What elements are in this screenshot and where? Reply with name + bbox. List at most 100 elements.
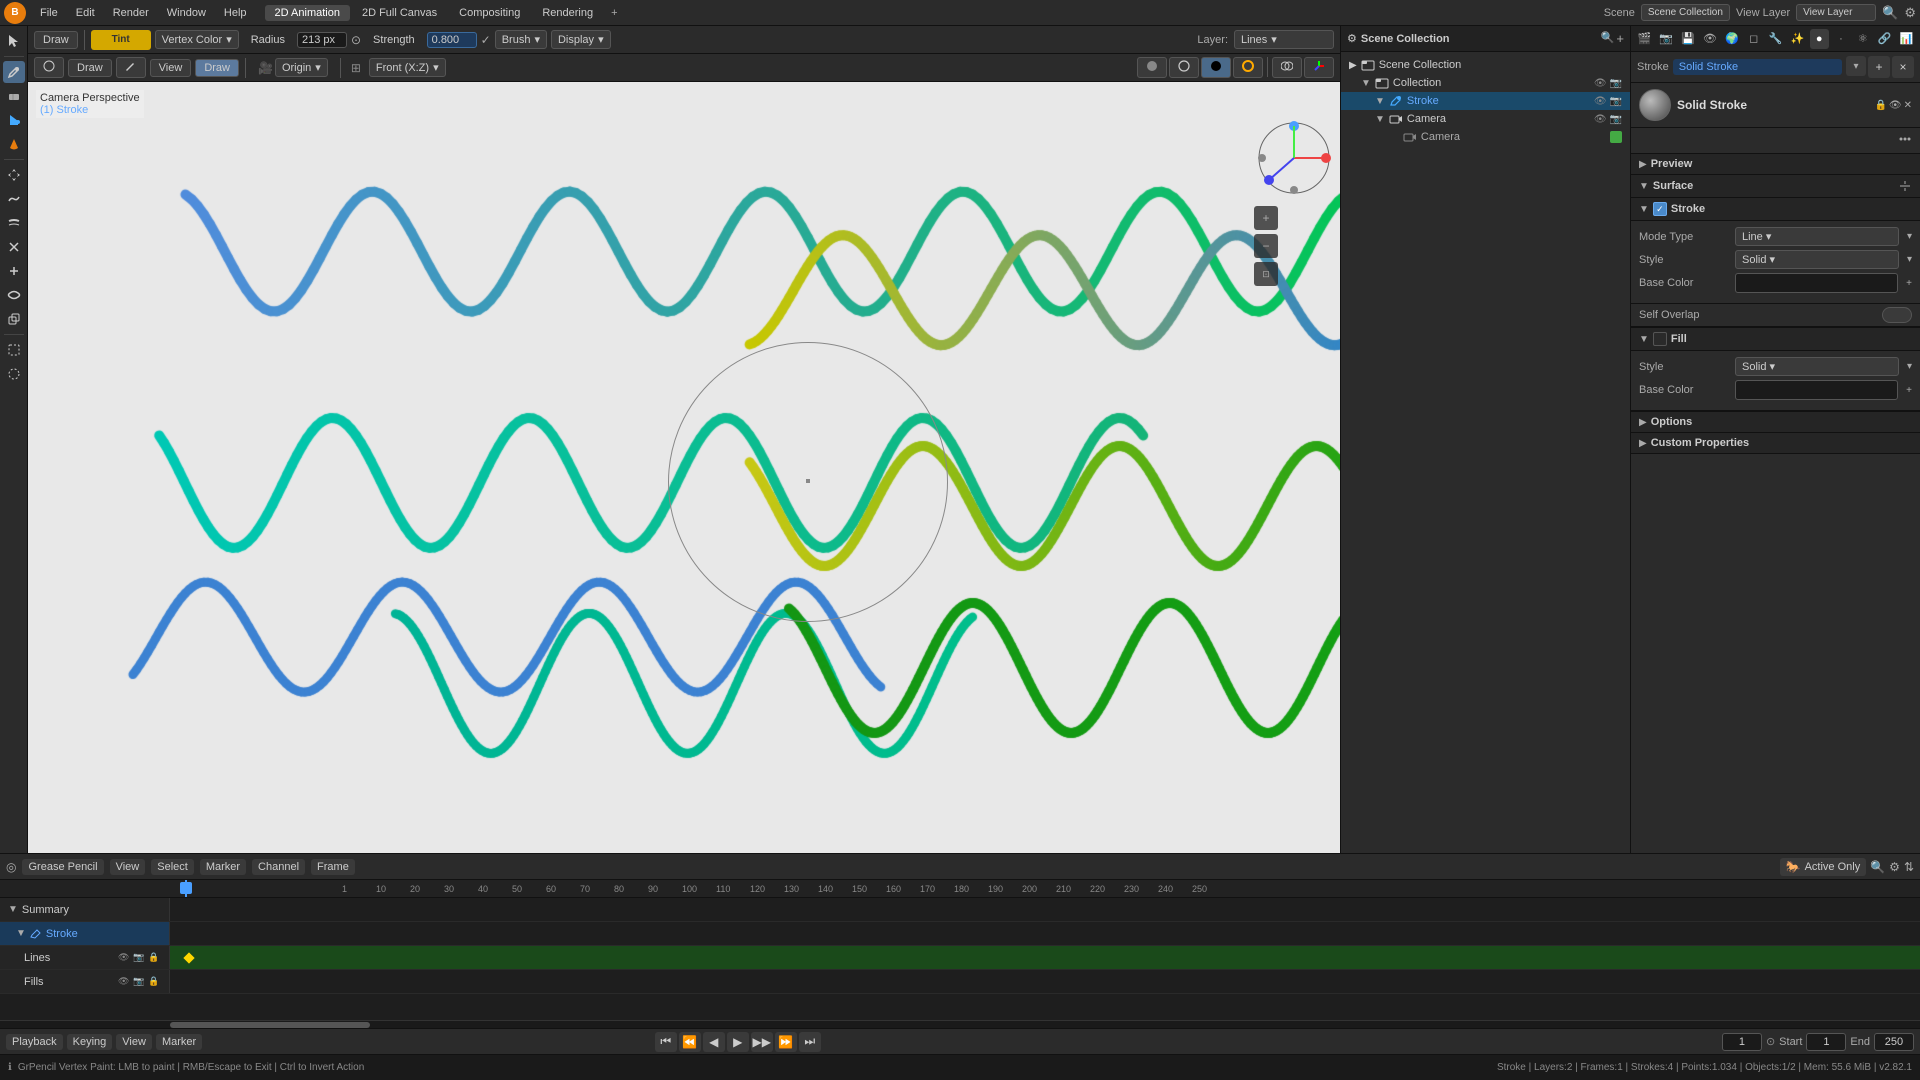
jump-start-btn[interactable]: ⏮ — [655, 1032, 677, 1052]
draw-mode-btn[interactable] — [34, 57, 64, 78]
tab-compositing[interactable]: Compositing — [449, 5, 530, 21]
menu-help[interactable]: Help — [216, 5, 255, 21]
color-extra[interactable]: + — [1906, 278, 1912, 289]
filter-icon[interactable]: ⚙ — [1904, 5, 1916, 21]
radius-adjust-icon[interactable]: ⊙ — [351, 33, 361, 47]
tl-view-btn[interactable]: View — [110, 859, 146, 875]
current-frame-input[interactable]: 1 — [1722, 1033, 1762, 1051]
summary-track-label[interactable]: ▼ Summary — [0, 898, 170, 921]
cam-eye[interactable]: 👁 — [1594, 114, 1607, 125]
style-extra[interactable]: ▾ — [1907, 254, 1912, 265]
mode-type-extra[interactable]: ▾ — [1907, 231, 1912, 242]
vertex-color-dropdown[interactable]: Vertex Color▾ — [155, 30, 239, 49]
lines-eye-icon[interactable]: 👁 — [118, 952, 131, 963]
start-frame-input[interactable]: 1 — [1806, 1033, 1846, 1051]
lines-track-label[interactable]: Lines 👁 📷 🔒 — [0, 946, 170, 969]
cam-render[interactable]: 📷 — [1610, 114, 1622, 125]
search-icon[interactable]: 🔍 — [1882, 5, 1898, 21]
menu-file[interactable]: File — [32, 5, 66, 21]
add-tab-button[interactable]: + — [605, 5, 623, 21]
drawing-canvas[interactable] — [28, 82, 1340, 853]
zoom-fit-btn[interactable]: ⊡ — [1254, 262, 1278, 286]
lines-lock-icon[interactable]: 🔒 — [148, 952, 161, 963]
viewport-shading-material[interactable] — [1201, 57, 1231, 78]
mat-eye-icon[interactable]: 👁 — [1889, 100, 1902, 111]
tool-draw[interactable] — [3, 61, 25, 83]
scene-dropdown[interactable]: Scene Collection — [1641, 4, 1730, 21]
viewport-shading-wire[interactable] — [1169, 57, 1199, 78]
stroke-enabled-checkbox[interactable]: ✓ — [1653, 202, 1667, 216]
tl-grease-pencil-btn[interactable]: Grease Pencil — [22, 859, 103, 875]
props-tab-material[interactable]: ● — [1810, 29, 1829, 49]
mat-fake-user-icon[interactable]: 🔒 — [1874, 100, 1886, 111]
tool-smooth[interactable] — [3, 188, 25, 210]
add-collection-icon[interactable]: + — [1616, 31, 1624, 46]
tool-circle-select[interactable] — [3, 363, 25, 385]
tool-twist[interactable] — [3, 284, 25, 306]
tl-frame-btn[interactable]: Frame — [311, 859, 355, 875]
tool-transform[interactable] — [3, 164, 25, 186]
self-overlap-toggle[interactable] — [1882, 307, 1912, 323]
tree-item-camera-obj[interactable]: ▼ Camera — [1341, 128, 1630, 146]
props-tab-view[interactable]: 👁 — [1701, 29, 1720, 49]
fills-eye-icon[interactable]: 👁 — [118, 976, 131, 987]
props-tab-modifier[interactable]: 🔧 — [1766, 29, 1785, 49]
mat-add-btn[interactable]: + — [1868, 56, 1890, 78]
origin-dropdown[interactable]: Origin▾ — [275, 58, 328, 77]
view-front-dropdown[interactable]: Front (X:Z)▾ — [369, 58, 446, 77]
viewport-shading-solid[interactable] — [1137, 57, 1167, 78]
tool-pinch[interactable] — [3, 236, 25, 258]
fills-track-label[interactable]: Fills 👁 📷 🔒 — [0, 970, 170, 993]
stroke-header[interactable]: ▼ ✓ Stroke — [1631, 198, 1920, 221]
fill-color-picker[interactable] — [1735, 380, 1898, 400]
tool-tint[interactable] — [3, 133, 25, 155]
view-layer-dropdown[interactable]: View Layer — [1796, 4, 1876, 21]
fill-color-extra[interactable]: + — [1906, 385, 1912, 396]
pb-view-btn[interactable]: View — [116, 1034, 152, 1050]
pb-marker-btn[interactable]: Marker — [156, 1034, 202, 1050]
mat-browse-btn[interactable]: ▾ — [1846, 56, 1866, 76]
style-dropdown[interactable]: Solid ▾ — [1735, 250, 1899, 269]
keying-btn[interactable]: Keying — [67, 1034, 113, 1050]
mat-remove-btn[interactable]: × — [1892, 56, 1914, 78]
brush-dropdown[interactable]: Brush▾ — [495, 30, 547, 49]
collection-eye[interactable]: 👁 — [1594, 78, 1607, 89]
base-color-picker[interactable] — [1735, 273, 1898, 293]
tl-marker-btn[interactable]: Marker — [200, 859, 246, 875]
mode-type-dropdown[interactable]: Line ▾ — [1735, 227, 1899, 246]
draw-btn-2[interactable]: Draw — [195, 59, 239, 77]
custom-props-section-header[interactable]: ▶ Custom Properties — [1631, 433, 1920, 454]
fill-enabled-checkbox[interactable] — [1653, 332, 1667, 346]
fill-style-extra[interactable]: ▾ — [1907, 361, 1912, 372]
tree-item-scene-collection[interactable]: ▶ Scene Collection — [1341, 56, 1630, 74]
props-tab-object[interactable]: ◻ — [1744, 29, 1763, 49]
lines-render-icon[interactable]: 📷 — [133, 952, 146, 963]
layer-dropdown[interactable]: Lines▾ — [1234, 30, 1334, 49]
tool-thickness[interactable] — [3, 212, 25, 234]
mode-dropdown[interactable]: Draw — [34, 31, 78, 49]
next-frame-btn[interactable]: ▶▶ — [751, 1032, 773, 1052]
filter-icon-scene[interactable]: ⚙ — [1347, 32, 1357, 45]
tree-item-stroke[interactable]: ▼ Stroke 👁 📷 — [1341, 92, 1630, 110]
tl-channel-btn[interactable]: Channel — [252, 859, 305, 875]
tab-rendering[interactable]: Rendering — [532, 5, 603, 21]
props-tab-shader[interactable]: ✨ — [1788, 29, 1807, 49]
props-tab-physics[interactable]: ⚛ — [1853, 29, 1872, 49]
overlay-toggle[interactable] — [1272, 57, 1302, 78]
zoom-in-btn[interactable]: + — [1254, 206, 1278, 230]
tree-item-camera-group[interactable]: ▼ Camera 👁 📷 — [1341, 110, 1630, 128]
draw-icon-btn[interactable] — [116, 57, 146, 78]
mat-extra-options-btn[interactable] — [1898, 132, 1912, 149]
fill-style-dropdown[interactable]: Solid ▾ — [1735, 357, 1899, 376]
tool-clone[interactable] — [3, 308, 25, 330]
menu-window[interactable]: Window — [159, 5, 214, 21]
stroke-render[interactable]: 📷 — [1610, 96, 1622, 107]
timeline-scroll-thumb[interactable] — [170, 1022, 370, 1028]
tl-filter-icon[interactable]: ⚙ — [1889, 860, 1900, 874]
strength-icon[interactable]: ✓ — [481, 33, 491, 47]
prev-frame-btn[interactable]: ◀ — [703, 1032, 725, 1052]
tab-2d-animation[interactable]: 2D Animation — [265, 5, 350, 21]
strength-input[interactable]: 0.800 — [427, 32, 477, 48]
stroke-track-label[interactable]: ▼ Stroke — [0, 922, 170, 945]
tree-item-collection[interactable]: ▼ Collection 👁 📷 — [1341, 74, 1630, 92]
